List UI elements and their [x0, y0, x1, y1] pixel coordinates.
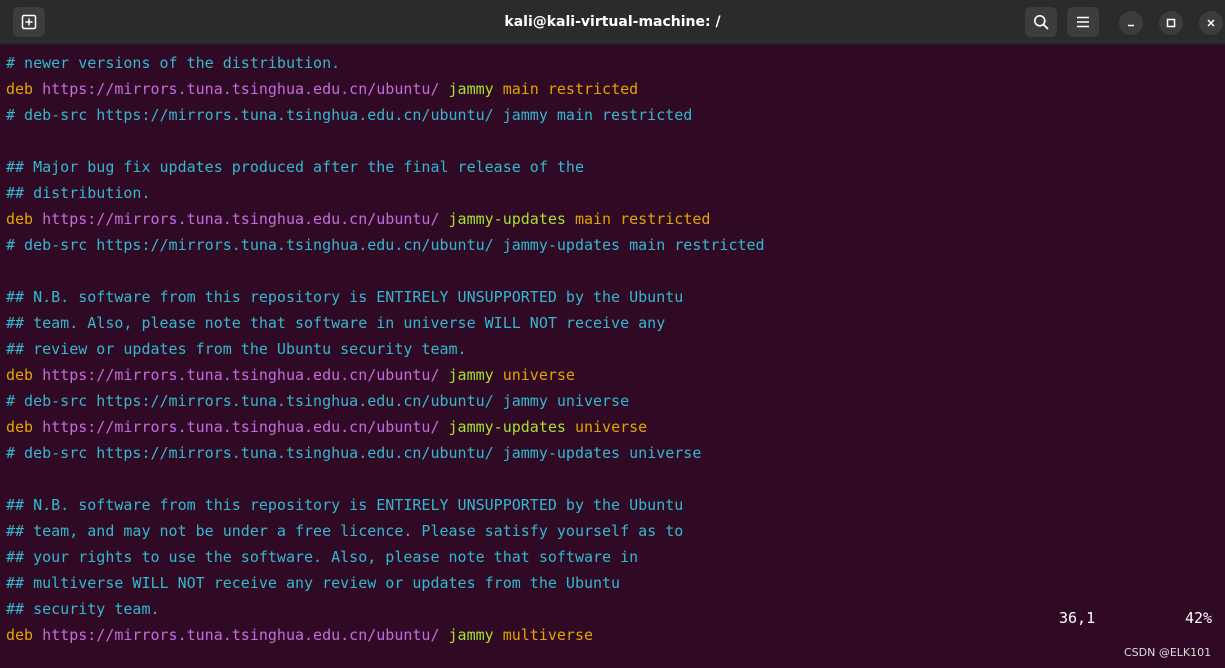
comment-line: # deb-src https://mirrors.tuna.tsinghua.… [6, 444, 702, 462]
terminal-content[interactable]: # newer versions of the distribution. deb… [0, 46, 1225, 668]
repo-url: https://mirrors.tuna.tsinghua.edu.cn/ubu… [42, 210, 440, 228]
components: main restricted [574, 210, 711, 228]
title-bar[interactable]: kali@kali-virtual-machine: / [0, 0, 1225, 45]
repo-url: https://mirrors.tuna.tsinghua.edu.cn/ubu… [42, 626, 440, 644]
comment-line: # newer versions of the distribution. [6, 54, 341, 72]
repo-url: https://mirrors.tuna.tsinghua.edu.cn/ubu… [42, 366, 440, 384]
deb-line: deb https://mirrors.tuna.tsinghua.edu.cn… [6, 206, 710, 232]
comment-line: ## review or updates from the Ubuntu sec… [6, 340, 467, 358]
deb-keyword: deb [6, 626, 34, 644]
search-icon [1034, 15, 1049, 30]
maximize-icon [1166, 18, 1176, 28]
deb-keyword: deb [6, 366, 34, 384]
new-tab-button[interactable] [13, 7, 45, 37]
deb-keyword: deb [6, 210, 34, 228]
comment-line: # deb-src https://mirrors.tuna.tsinghua.… [6, 236, 765, 254]
maximize-button[interactable] [1159, 11, 1183, 35]
comment-line: ## N.B. software from this repository is… [6, 288, 684, 306]
repo-url: https://mirrors.tuna.tsinghua.edu.cn/ubu… [42, 418, 440, 436]
cursor-position: 36,1 [1059, 609, 1096, 627]
suite-name: jammy-updates [448, 210, 566, 228]
deb-keyword: deb [6, 418, 34, 436]
deb-line: deb https://mirrors.tuna.tsinghua.edu.cn… [6, 76, 638, 102]
comment-line: ## Major bug fix updates produced after … [6, 158, 584, 176]
close-icon [1207, 19, 1215, 27]
terminal-window: kali@kali-virtual-machine: / # newer ver… [0, 0, 1225, 668]
deb-line: deb https://mirrors.tuna.tsinghua.edu.cn… [6, 622, 593, 648]
repo-url: https://mirrors.tuna.tsinghua.edu.cn/ubu… [42, 80, 440, 98]
deb-keyword: deb [6, 80, 34, 98]
close-button[interactable] [1199, 11, 1223, 35]
comment-line: ## team. Also, please note that software… [6, 314, 666, 332]
comment-line: # deb-src https://mirrors.tuna.tsinghua.… [6, 106, 693, 124]
components: main restricted [502, 80, 639, 98]
new-tab-icon [21, 14, 37, 30]
deb-line: deb https://mirrors.tuna.tsinghua.edu.cn… [6, 414, 647, 440]
components: universe [502, 366, 575, 384]
scroll-percent: 42% [1185, 609, 1213, 627]
comment-line: ## team, and may not be under a free lic… [6, 522, 684, 540]
search-button[interactable] [1025, 7, 1057, 37]
minimize-button[interactable] [1119, 11, 1143, 35]
watermark: CSDN @ELK101 [1124, 646, 1212, 659]
suite-name: jammy [448, 80, 494, 98]
comment-line: ## multiverse WILL NOT receive any revie… [6, 574, 621, 592]
menu-button[interactable] [1067, 7, 1099, 37]
comment-line: # deb-src https://mirrors.tuna.tsinghua.… [6, 392, 630, 410]
comment-line: ## N.B. software from this repository is… [6, 496, 684, 514]
suite-name: jammy-updates [448, 418, 566, 436]
minimize-icon [1128, 24, 1134, 27]
hamburger-menu-icon [1077, 16, 1089, 28]
comment-line: ## distribution. [6, 184, 151, 202]
comment-line: ## your rights to use the software. Also… [6, 548, 639, 566]
deb-line: deb https://mirrors.tuna.tsinghua.edu.cn… [6, 362, 575, 388]
components: universe [574, 418, 648, 436]
comment-line: ## security team. [6, 600, 160, 618]
suite-name: jammy [448, 626, 494, 644]
suite-name: jammy [448, 366, 494, 384]
components: multiverse [502, 626, 594, 644]
